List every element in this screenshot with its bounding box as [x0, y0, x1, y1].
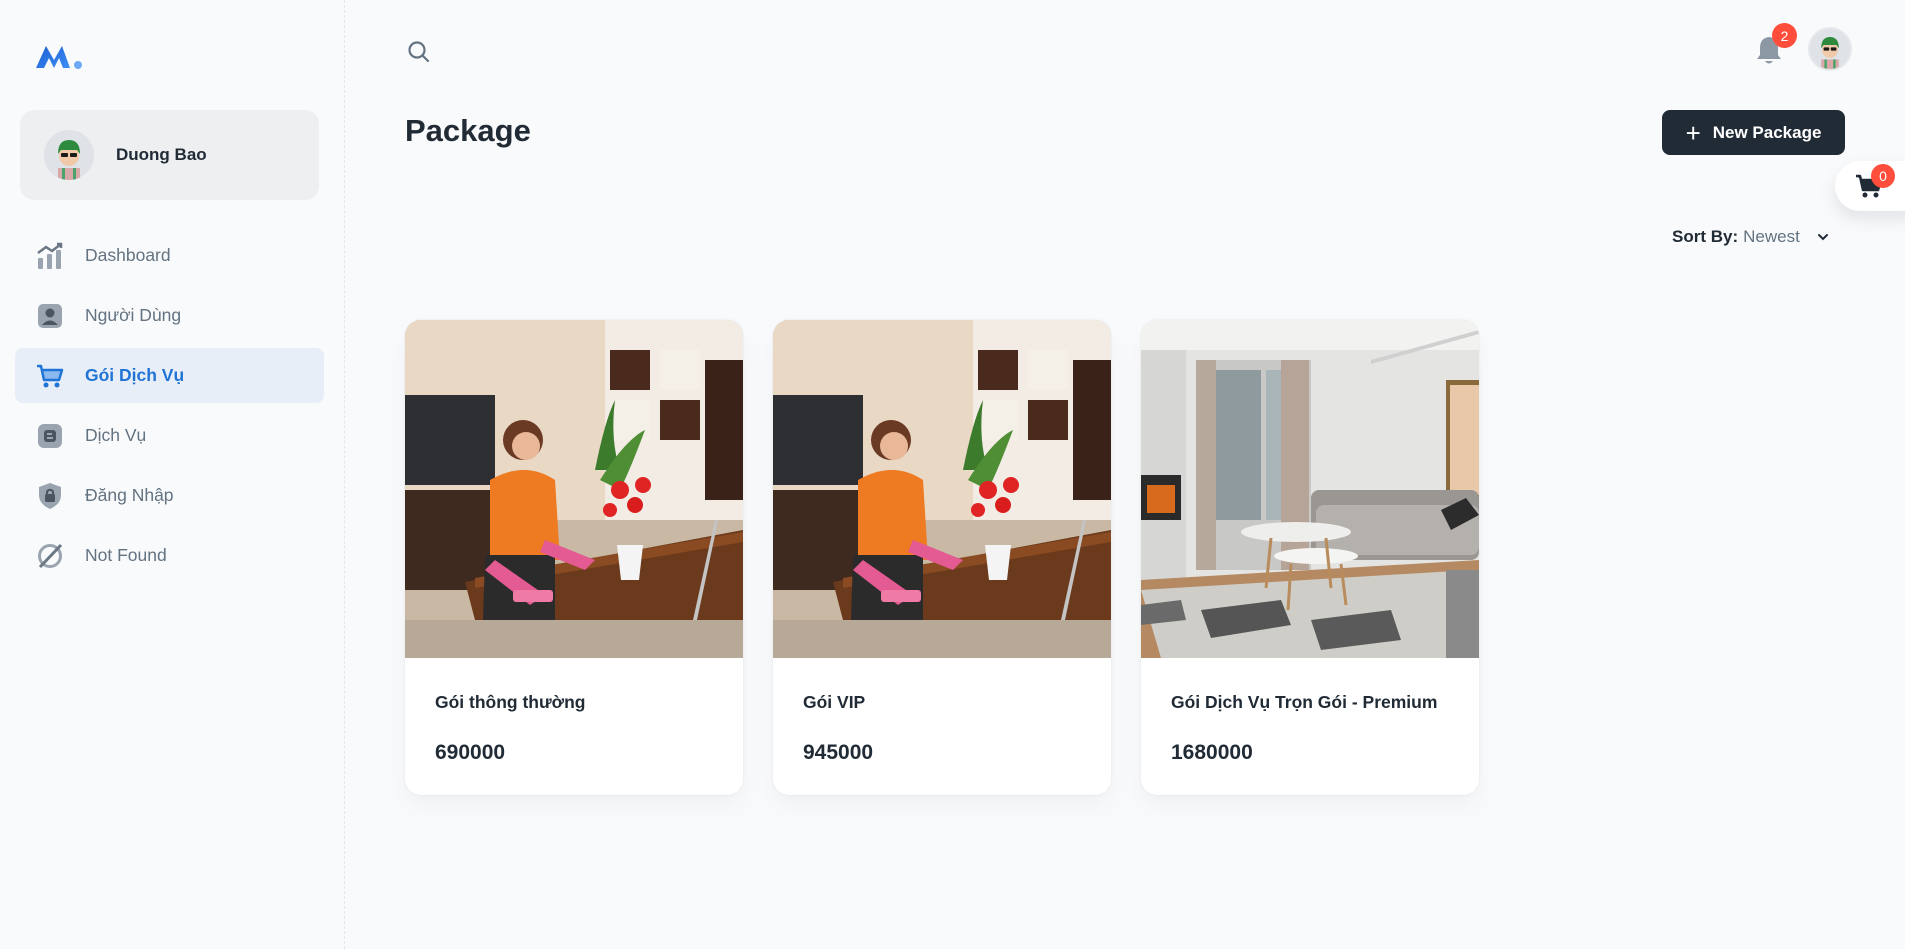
plus-icon: +: [1685, 117, 1701, 148]
disabled-icon: [35, 541, 65, 571]
page-title: Package: [405, 113, 531, 148]
sort-label: Sort By:: [1672, 227, 1739, 246]
package-image: [773, 320, 1111, 658]
package-card[interactable]: Gói Dịch Vụ Trọn Gói - Premium 1680000: [1141, 320, 1479, 795]
cart-widget[interactable]: 0: [1835, 161, 1905, 211]
sidebar: Duong Bao Dashboard Người Dùng Gói Dịch …: [0, 0, 345, 949]
notification-badge: 2: [1772, 23, 1797, 48]
header-avatar[interactable]: [1808, 27, 1852, 71]
avatar: [44, 130, 94, 180]
avatar-image: [1810, 29, 1850, 69]
sort-value: Newest: [1743, 227, 1800, 246]
package-card[interactable]: Gói thông thường 690000: [405, 320, 743, 795]
cart-badge: 0: [1871, 164, 1895, 188]
sidebar-item-label: Dịch Vụ: [85, 425, 147, 445]
sidebar-item-users[interactable]: Người Dùng: [15, 288, 324, 343]
sidebar-nav: Dashboard Người Dùng Gói Dịch Vụ Dịch Vụ…: [15, 228, 324, 588]
package-grid: Gói thông thường 690000 Gói VIP 945000 G…: [405, 320, 1509, 795]
sort-dropdown[interactable]: Sort By: Newest: [1672, 227, 1830, 247]
package-image: [1141, 320, 1479, 658]
package-price: 945000: [803, 741, 874, 764]
card-body: Gói VIP 945000: [773, 658, 1111, 765]
cart-icon: [35, 361, 65, 391]
sidebar-item-packages[interactable]: Gói Dịch Vụ: [15, 348, 324, 403]
sidebar-item-label: Người Dùng: [85, 305, 182, 325]
chevron-down-icon: [1817, 234, 1828, 241]
package-title: Gói VIP: [803, 692, 866, 712]
package-title: Gói thông thường: [435, 692, 586, 712]
package-title: Gói Dịch Vụ Trọn Gói - Premium: [1171, 692, 1438, 712]
new-package-label: New Package: [1712, 122, 1822, 142]
user-icon: [35, 301, 65, 331]
lock-icon: [35, 481, 65, 511]
sidebar-item-label: Dashboard: [85, 245, 171, 265]
sidebar-item-services[interactable]: Dịch Vụ: [15, 408, 324, 463]
package-price: 1680000: [1171, 741, 1253, 764]
sidebar-item-label: Gói Dịch Vụ: [85, 365, 185, 385]
package-card[interactable]: Gói VIP 945000: [773, 320, 1111, 795]
sidebar-item-label: Not Found: [85, 545, 167, 565]
sidebar-item-not-found[interactable]: Not Found: [15, 528, 324, 583]
chart-icon: [35, 241, 65, 271]
package-image: [405, 320, 743, 658]
sidebar-item-login[interactable]: Đăng Nhập: [15, 468, 324, 523]
search-icon[interactable]: [405, 38, 433, 66]
avatar-image: [44, 130, 94, 180]
sidebar-item-dashboard[interactable]: Dashboard: [15, 228, 324, 283]
package-price: 690000: [435, 741, 506, 764]
new-package-button[interactable]: + New Package: [1662, 110, 1845, 155]
blog-icon: [35, 421, 65, 451]
card-body: Gói Dịch Vụ Trọn Gói - Premium 1680000: [1141, 658, 1479, 765]
account-card[interactable]: Duong Bao: [20, 110, 319, 200]
logo-icon[interactable]: [34, 38, 86, 72]
sidebar-item-label: Đăng Nhập: [85, 485, 174, 505]
card-body: Gói thông thường 690000: [405, 658, 743, 765]
account-name: Duong Bao: [116, 145, 207, 164]
